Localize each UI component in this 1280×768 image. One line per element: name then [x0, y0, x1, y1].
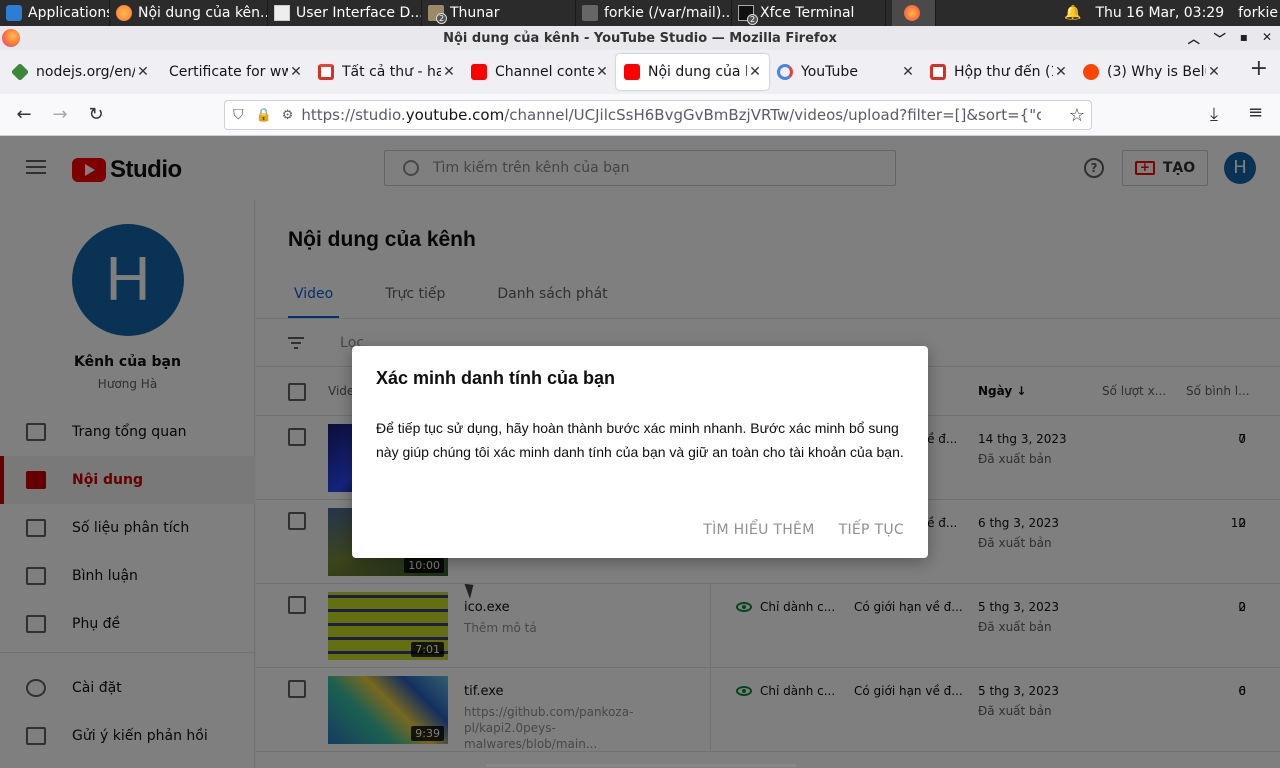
window-title: Nội dung của kênh - YouTube Studio — Moz… — [443, 30, 837, 46]
folder-icon: 2 — [428, 5, 447, 24]
gmail-icon — [318, 64, 334, 80]
minimize-icon[interactable]: ︿ — [1188, 30, 1200, 47]
tab-gmail-all[interactable]: Tất cả thư - ha ✕ — [310, 54, 463, 90]
tab-nodejs[interactable]: nodejs.org/en/✕ — [4, 54, 157, 90]
bookmark-star-icon[interactable]: ☆ — [1069, 105, 1085, 126]
close-tab-icon[interactable]: ✕ — [135, 64, 151, 80]
continue-button[interactable]: TIẾP TỤC — [839, 522, 904, 538]
close-tab-icon[interactable]: ✕ — [900, 64, 916, 80]
shield-icon[interactable]: ⛉ — [233, 107, 244, 123]
window-count-badge: 2 — [747, 14, 758, 25]
tab-noi-dung[interactable]: Nội dung của k ✕ — [616, 54, 769, 90]
tab-strip: nodejs.org/en/✕ Certificate for ww ✕ Tất … — [0, 50, 1280, 94]
close-tab-icon[interactable]: ✕ — [441, 64, 457, 80]
back-icon[interactable]: ← — [6, 104, 42, 125]
horizontal-scrollbar[interactable] — [256, 762, 1280, 768]
applications-icon — [6, 5, 22, 21]
lock-icon[interactable]: 🔒 — [256, 108, 272, 123]
taskbar-firefox[interactable]: Nội dung của kên... — [110, 0, 268, 26]
clock[interactable]: Thu 16 Mar, 03:29 — [1095, 5, 1224, 21]
notification-bell-icon[interactable]: 🔔 — [1064, 5, 1081, 21]
firefox-icon — [116, 5, 132, 21]
window-titlebar: Nội dung của kênh - YouTube Studio — Moz… — [0, 26, 1280, 50]
verify-identity-dialog: Xác minh danh tính của bạn Để tiếp tục s… — [352, 346, 928, 558]
close-tab-icon[interactable]: ✕ — [288, 64, 304, 80]
tab-certificate[interactable]: Certificate for ww ✕ — [157, 54, 310, 90]
url-text[interactable]: https://studio.youtube.com/channel/UCJil… — [301, 106, 1041, 124]
downloads-icon[interactable]: ⤓ — [1210, 104, 1218, 125]
restore-icon[interactable]: ﹀ — [1214, 30, 1226, 47]
window-count-badge: 2 — [436, 13, 447, 24]
reload-icon[interactable]: ↻ — [78, 104, 114, 125]
taskbar-mail[interactable]: forkie (/var/mail)... — [576, 0, 732, 26]
applications-menu[interactable]: Applications — [0, 0, 110, 26]
mail-icon — [582, 5, 598, 21]
youtube-icon — [471, 64, 487, 80]
permissions-icon[interactable]: ⚙ — [282, 108, 294, 123]
dialog-title: Xác minh danh tính của bạn — [376, 368, 616, 388]
forward-icon[interactable]: → — [42, 104, 78, 125]
new-tab-icon[interactable]: + — [1250, 56, 1268, 81]
close-tab-icon[interactable]: ✕ — [1053, 64, 1069, 80]
app-menu-icon[interactable]: ≡ — [1248, 102, 1263, 123]
tab-gmail-inbox[interactable]: Hộp thư đến (1 ✕ — [922, 54, 1075, 90]
youtube-icon — [624, 64, 640, 80]
dialog-body: Để tiếp tục sử dụng, hãy hoàn thành bước… — [376, 420, 904, 460]
desktop-panel: Applications Nội dung của kên... User In… — [0, 0, 1280, 26]
taskbar-thunar[interactable]: 2 Thunar — [422, 0, 576, 26]
user-name[interactable]: forkie — [1238, 5, 1278, 21]
tab-reddit[interactable]: (3) Why is Belu ✕ — [1075, 54, 1228, 90]
learn-more-button[interactable]: TÌM HIỂU THÊM — [703, 522, 814, 538]
taskbar-ui-doc[interactable]: User Interface D... — [268, 0, 422, 26]
close-window-icon[interactable]: ✕ — [1262, 30, 1272, 47]
scrollbar-thumb[interactable] — [486, 764, 796, 767]
tab-channel-content[interactable]: Channel conten✕ — [463, 54, 616, 90]
nodejs-icon — [10, 62, 30, 82]
taskbar-terminal[interactable]: 2 Xfce Terminal — [732, 0, 886, 26]
window-icon — [274, 5, 290, 21]
close-tab-icon[interactable]: ✕ — [1206, 64, 1222, 80]
google-icon — [777, 64, 793, 80]
tab-youtube[interactable]: YouTube ✕ — [769, 54, 922, 90]
url-bar[interactable]: ⛉ 🔒 ⚙ https://studio.youtube.com/channel… — [224, 100, 1092, 130]
taskbar-firefox-active[interactable] — [892, 0, 936, 26]
close-tab-icon[interactable]: ✕ — [747, 64, 763, 80]
firefox-icon — [904, 5, 920, 21]
terminal-icon: 2 — [738, 5, 758, 25]
gmail-icon — [930, 64, 946, 80]
dialog-actions: TÌM HIỂU THÊM TIẾP TỤC — [703, 522, 904, 538]
firefox-logo-icon — [2, 29, 20, 47]
navigation-toolbar: ← → ↻ ⛉ 🔒 ⚙ https://studio.youtube.com/c… — [0, 94, 1280, 136]
maximize-icon[interactable]: ▪ — [1240, 30, 1248, 47]
reddit-icon — [1083, 64, 1099, 80]
close-tab-icon[interactable]: ✕ — [594, 64, 610, 80]
